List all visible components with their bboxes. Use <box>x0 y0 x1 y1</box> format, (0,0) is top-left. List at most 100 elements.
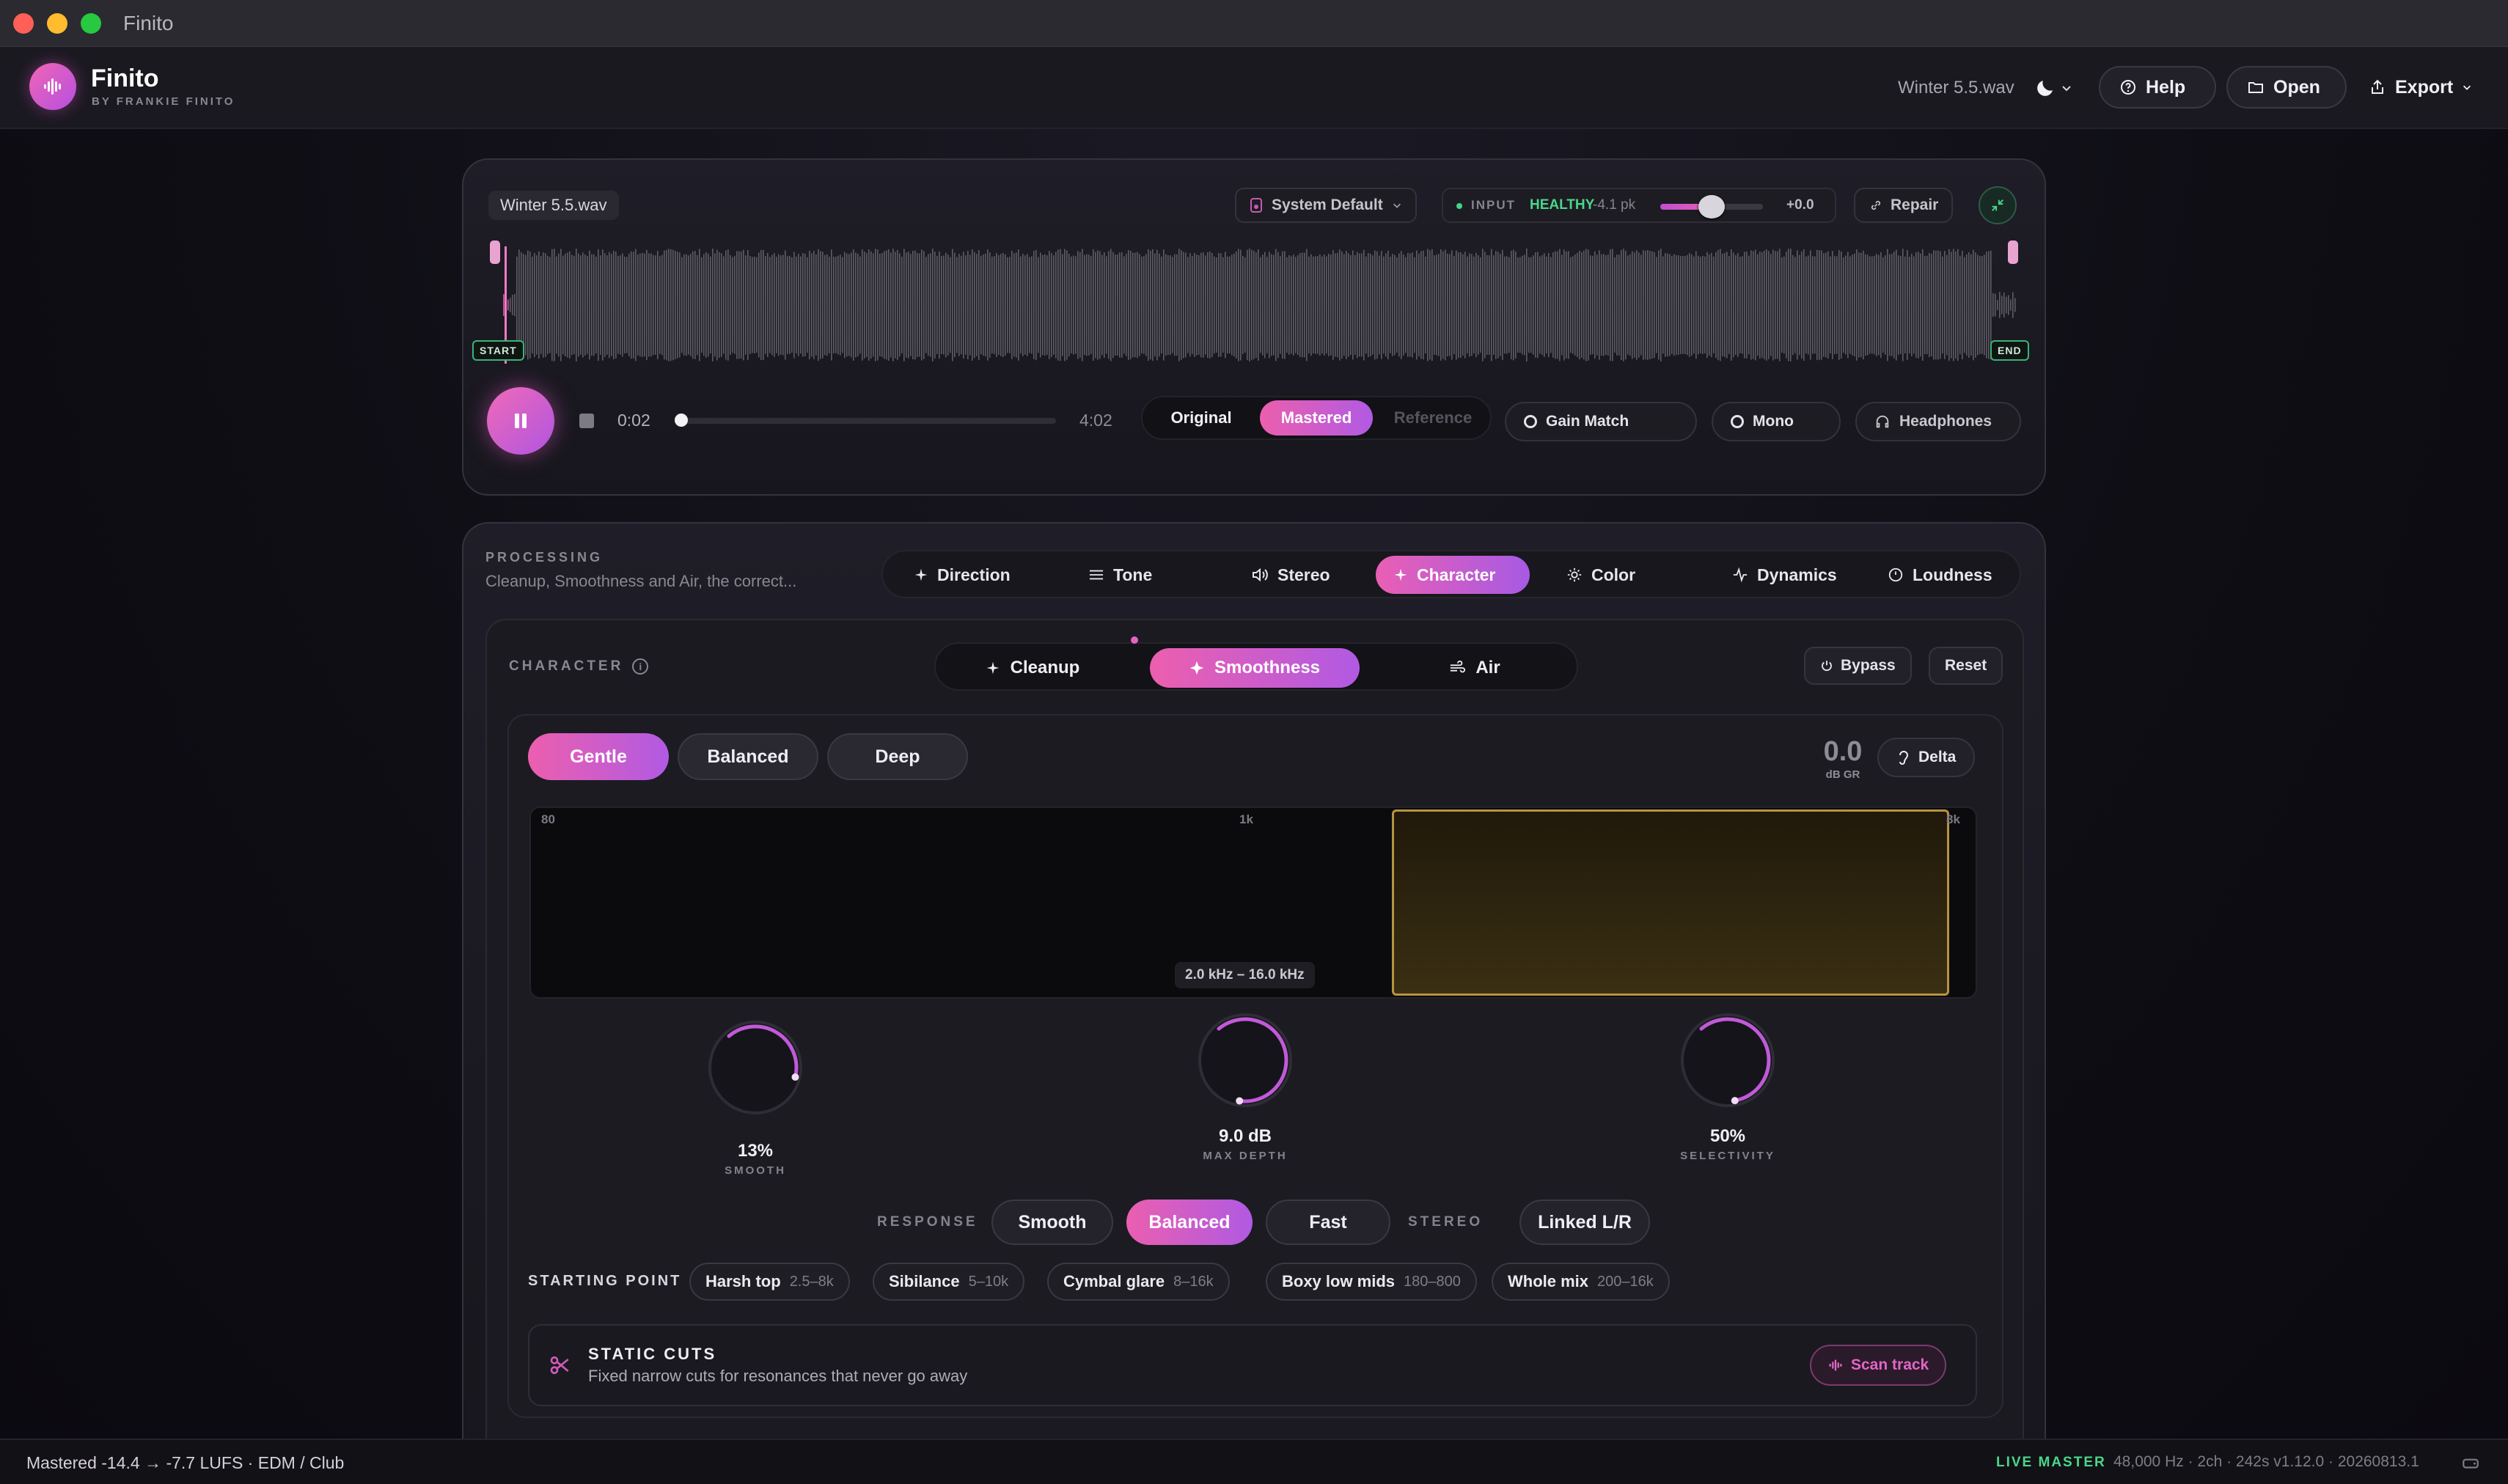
preset-chip[interactable]: Whole mix 200–16k <box>1492 1263 1670 1301</box>
waveform-bar <box>809 250 810 360</box>
compare-reference[interactable]: Reference <box>1377 400 1489 436</box>
starting-point-label: STARTING POINT <box>528 1273 682 1289</box>
compare-mastered[interactable]: Mastered <box>1260 400 1373 436</box>
tab-dynamics[interactable]: Dynamics <box>1715 556 1855 594</box>
waveform-bar <box>1519 257 1521 353</box>
preset-chip[interactable]: Sibilance 5–10k <box>873 1263 1025 1301</box>
spectrum-tick: 80 <box>541 812 555 826</box>
input-gain-slider[interactable] <box>1698 195 1725 218</box>
waveform-bar <box>1372 255 1374 355</box>
open-button[interactable]: Open <box>2226 66 2347 109</box>
tab-stereo[interactable]: Stereo <box>1233 556 1348 594</box>
waveform-bar <box>598 249 599 361</box>
waveform-bar <box>1698 255 1699 355</box>
waveform-bar <box>778 254 780 356</box>
waveform-bar <box>811 253 813 357</box>
tab-label: Color <box>1591 565 1636 584</box>
hard-drive-icon[interactable] <box>2461 1453 2480 1472</box>
file-name-pill: Winter 5.5.wav <box>488 191 619 220</box>
waveform-bar <box>1977 254 1979 356</box>
subtab-air[interactable]: Air <box>1376 648 1574 688</box>
gain-match-toggle[interactable]: Gain Match <box>1505 402 1697 441</box>
tab-loudness[interactable]: Loudness <box>1870 556 2010 594</box>
waveform-bar <box>1315 256 1316 354</box>
subtab-smoothness[interactable]: Smoothness <box>1150 648 1360 688</box>
waveform-bar <box>965 255 967 355</box>
tab-character[interactable]: Character <box>1376 556 1530 594</box>
waveform-bar <box>1913 256 1915 354</box>
waveform-bar <box>1242 255 1244 355</box>
waveform-bar <box>1772 249 1774 361</box>
theme-toggle[interactable] <box>2034 73 2078 103</box>
minimize-window-button[interactable] <box>47 13 67 34</box>
waveform-bar <box>1999 292 2001 318</box>
compare-original[interactable]: Original <box>1147 400 1255 436</box>
output-device-select[interactable]: System Default <box>1235 188 1417 223</box>
stop-button[interactable] <box>579 414 594 428</box>
waveform-bar <box>1205 255 1206 355</box>
mono-toggle[interactable]: Mono <box>1712 402 1841 441</box>
mode-gentle[interactable]: Gentle <box>528 733 669 780</box>
waveform-bar <box>582 252 584 358</box>
start-marker-handle[interactable] <box>490 240 500 264</box>
waveform-bar <box>1361 253 1363 357</box>
end-marker-handle[interactable] <box>2008 240 2018 264</box>
spectrum-display[interactable]: 80 1k 8k 2.0 kHz – 16.0 kHz <box>529 807 1977 999</box>
mode-deep[interactable]: Deep <box>827 733 968 780</box>
preset-chip[interactable]: Boxy low mids 180–800 <box>1266 1263 1477 1301</box>
waveform-bar <box>1957 249 1959 361</box>
seek-handle[interactable] <box>675 414 689 427</box>
waveform[interactable] <box>493 246 2017 364</box>
close-window-button[interactable] <box>13 13 34 34</box>
mode-balanced[interactable]: Balanced <box>678 733 818 780</box>
max-depth-knob[interactable] <box>1194 1009 1297 1112</box>
waveform-bar <box>701 257 703 353</box>
waveform-bar <box>1225 251 1226 359</box>
waveform-bar <box>661 254 663 356</box>
waveform-bar <box>1882 257 1884 353</box>
waveform-bar <box>1348 253 1349 357</box>
waveform-bar <box>758 252 760 358</box>
frequency-band-selection[interactable] <box>1392 809 1949 996</box>
subtab-cleanup[interactable]: Cleanup <box>939 648 1126 688</box>
help-button[interactable]: Help <box>2099 66 2216 109</box>
subtab-label: Cleanup <box>1010 658 1080 677</box>
reset-button[interactable]: Reset <box>1929 647 2003 685</box>
waveform-bar <box>820 251 821 359</box>
smooth-knob[interactable] <box>704 1016 807 1119</box>
waveform-bar <box>1185 252 1187 358</box>
waveform-bar <box>591 254 593 356</box>
response-smooth[interactable]: Smooth <box>991 1200 1113 1245</box>
repair-button[interactable]: Repair <box>1854 188 1954 223</box>
export-button[interactable]: Export <box>2361 66 2482 109</box>
info-icon[interactable]: i <box>632 658 649 675</box>
waveform-bar <box>1636 250 1638 360</box>
pause-button[interactable] <box>487 387 554 455</box>
preset-chip[interactable]: Harsh top 2.5–8k <box>689 1263 850 1301</box>
waveform-bar <box>1099 251 1101 359</box>
bypass-button[interactable]: Bypass <box>1804 647 1912 685</box>
waveform-bar <box>1460 251 1462 359</box>
zoom-window-button[interactable] <box>81 13 101 34</box>
tab-color[interactable]: Color <box>1549 556 1653 594</box>
tab-tone[interactable]: Tone <box>1071 556 1170 594</box>
response-fast[interactable]: Fast <box>1266 1200 1390 1245</box>
waveform-bar <box>1588 249 1589 361</box>
headphones-toggle[interactable]: Headphones <box>1855 402 2021 441</box>
tab-direction[interactable]: Direction <box>896 556 1028 594</box>
waveform-bar <box>1627 255 1629 355</box>
collapse-button[interactable] <box>1979 186 2017 224</box>
waveform-bar <box>1491 249 1492 361</box>
pause-icon <box>515 414 527 428</box>
seek-bar[interactable] <box>675 418 1056 424</box>
waveform-bar <box>1198 255 1200 355</box>
stereo-linked-button[interactable]: Linked L/R <box>1519 1200 1650 1245</box>
response-balanced[interactable]: Balanced <box>1126 1200 1253 1245</box>
preset-chip[interactable]: Cymbal glare 8–16k <box>1047 1263 1230 1301</box>
selectivity-knob[interactable] <box>1676 1009 1779 1112</box>
waveform-bar <box>1396 257 1398 353</box>
waveform-bar <box>1689 253 1690 357</box>
delta-button[interactable]: Delta <box>1877 738 1976 777</box>
waveform-bar <box>1801 251 1803 359</box>
scan-track-button[interactable]: Scan track <box>1810 1345 1947 1386</box>
